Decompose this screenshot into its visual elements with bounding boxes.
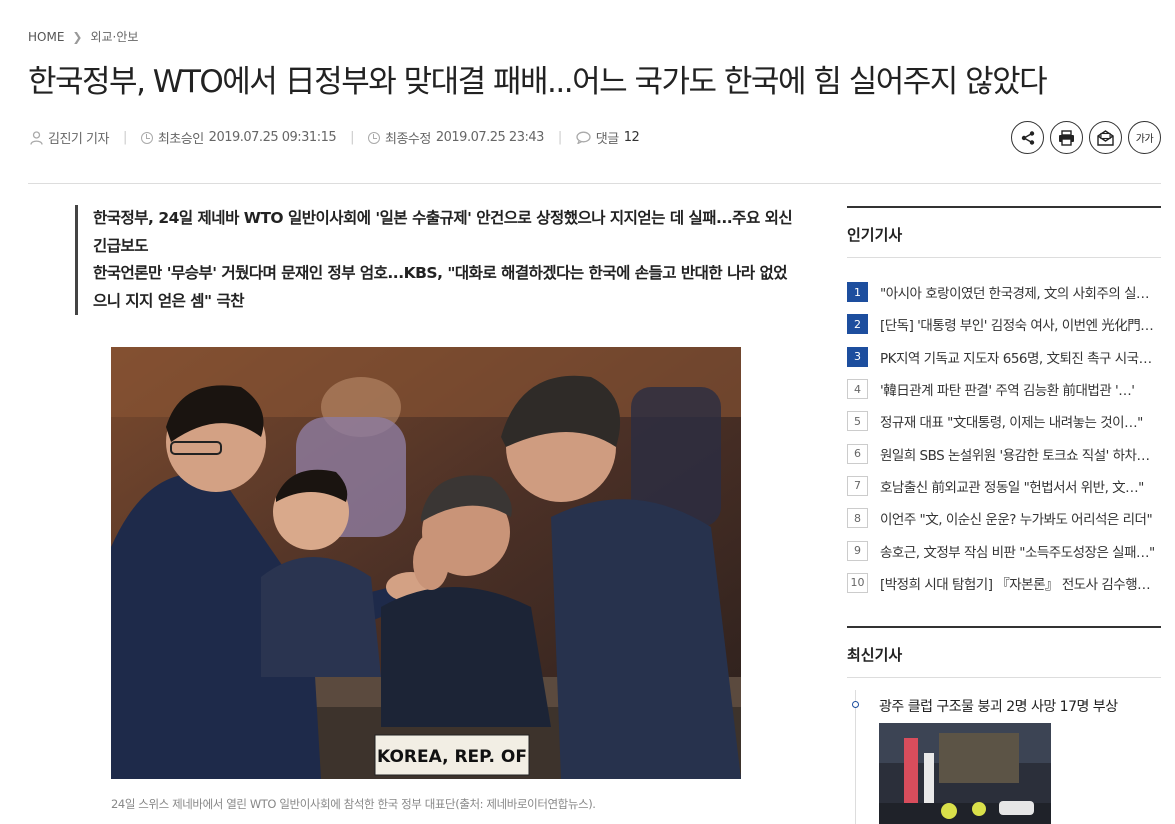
user-icon	[30, 130, 43, 145]
popular-title: 인기기사	[847, 206, 1161, 258]
modified-label: 최종수정	[385, 132, 431, 147]
author-info: 김진기 기자	[30, 128, 109, 147]
comments-label: 댓글	[595, 132, 619, 147]
popular-item-title[interactable]: [단독] '대통령 부인' 김정숙 여사, 이번엔 光化門…	[880, 314, 1160, 334]
email-icon	[1097, 129, 1114, 146]
popular-item-title[interactable]: 호남출신 前외교관 정동일 "헌법서서 위반, 文…"	[880, 476, 1160, 496]
popular-item-title[interactable]: '韓日관계 파탄 판결' 주역 김능환 前대법관 '…'	[880, 379, 1160, 399]
popular-item-title[interactable]: 원일희 SBS 논설위원 '용감한 토크쇼 직설' 하차…	[880, 444, 1160, 464]
rank-badge: 6	[847, 443, 868, 464]
breadcrumb-category[interactable]: 외교·안보	[90, 28, 138, 45]
rank-badge: 3	[847, 346, 868, 367]
meta-divider: |	[557, 130, 562, 145]
latest-item-thumbnail[interactable]	[879, 723, 1051, 824]
rank-badge: 1	[847, 282, 868, 303]
meta-divider: |	[350, 130, 355, 145]
rank-badge: 10	[847, 572, 868, 593]
popular-articles: 인기기사 1 "아시아 호랑이였던 한국경제, 文의 사회주의 실험 탓에…" 2 […	[847, 206, 1161, 599]
print-button[interactable]	[1050, 121, 1083, 154]
clock-icon	[368, 131, 381, 144]
popular-item-title[interactable]: PK지역 기독교 지도자 656명, 文퇴진 촉구 시국선언	[880, 347, 1160, 367]
author-name: 김진기 기자	[48, 132, 109, 147]
modified-time-value: 2019.07.25 23:43	[435, 130, 545, 145]
comment-icon	[576, 131, 591, 144]
popular-item[interactable]: 6 원일희 SBS 논설위원 '용감한 토크쇼 직설' 하차…	[847, 437, 1161, 469]
country-sign: KOREA, REP. OF	[377, 747, 527, 767]
article-title: 한국정부, WTO에서 日정부와 맞대결 패배...어느 국가도 한국에 힘 실…	[28, 64, 1048, 100]
comments-count: 12	[623, 130, 640, 145]
print-icon	[1059, 129, 1074, 146]
popular-item[interactable]: 9 송호근, 文정부 작심 비판 "소득주도성장은 실패…"	[847, 534, 1161, 566]
article-photo: KOREA, REP. OF	[111, 347, 741, 779]
popular-item[interactable]: 8 이언주 "文, 이순신 운운? 누가봐도 어리석은 리더"	[847, 502, 1161, 534]
email-button[interactable]	[1089, 121, 1122, 154]
comments-link[interactable]: 댓글 12	[576, 128, 640, 147]
header-divider	[28, 183, 1161, 184]
popular-item[interactable]: 7 호남출신 前외교관 정동일 "헌법서서 위반, 文…"	[847, 470, 1161, 502]
rank-badge: 7	[847, 475, 868, 496]
breadcrumb: HOME ❯ 외교·안보	[28, 28, 138, 45]
chevron-right-icon: ❯	[72, 29, 83, 44]
modified-time: 최종수정 2019.07.25 23:43	[368, 128, 544, 147]
article-summary: 한국정부, 24일 제네바 WTO 일반이사회에 '일본 수출규제' 안건으로 …	[75, 205, 795, 315]
latest-title: 최신기사	[847, 626, 1161, 678]
rank-badge: 9	[847, 540, 868, 561]
rank-badge: 5	[847, 411, 868, 432]
summary-line: 한국정부, 24일 제네바 WTO 일반이사회에 '일본 수출규제' 안건으로 …	[93, 209, 793, 255]
latest-item-title[interactable]: 광주 클럽 구조물 붕괴 2명 사망 17명 부상	[879, 696, 1118, 716]
rank-badge: 4	[847, 379, 868, 400]
popular-item-title[interactable]: 정규재 대표 "文대통령, 이제는 내려놓는 것이…"	[880, 411, 1160, 431]
share-button[interactable]	[1011, 121, 1044, 154]
popular-item-title[interactable]: 이언주 "文, 이순신 운운? 누가봐도 어리석은 리더"	[880, 508, 1160, 528]
timeline-dot-icon	[847, 690, 869, 824]
clock-icon	[140, 131, 153, 144]
popular-item[interactable]: 4 '韓日관계 파탄 판결' 주역 김능환 前대법관 '…'	[847, 373, 1161, 405]
article-photo-illustration: KOREA, REP. OF	[111, 347, 741, 779]
popular-item[interactable]: 5 정규재 대표 "文대통령, 이제는 내려놓는 것이…"	[847, 405, 1161, 437]
meta-divider: |	[122, 130, 127, 145]
approved-time-value: 2019.07.25 09:31:15	[208, 130, 337, 145]
summary-line: 한국언론만 '무승부' 거뒀다며 문재인 정부 엄호...KBS, "대화로 해…	[93, 264, 788, 310]
font-size-label: 가가	[1135, 134, 1154, 145]
popular-list: 1 "아시아 호랑이였던 한국경제, 文의 사회주의 실험 탓에…" 2 [단독] '…	[847, 276, 1161, 599]
popular-item-title[interactable]: [박정희 시대 탐험기] 『자본론』 전도사 김수행…	[880, 573, 1160, 593]
popular-item[interactable]: 1 "아시아 호랑이였던 한국경제, 文의 사회주의 실험 탓에…"	[847, 276, 1161, 308]
thumbnail-illustration	[879, 723, 1051, 824]
rank-badge: 2	[847, 314, 868, 335]
popular-item[interactable]: 3 PK지역 기독교 지도자 656명, 文퇴진 촉구 시국선언	[847, 341, 1161, 373]
photo-caption: 24일 스위스 제네바에서 열린 WTO 일반이사회에 참석한 한국 정부 대표…	[111, 797, 596, 811]
latest-item[interactable]: 광주 클럽 구조물 붕괴 2명 사망 17명 부상	[847, 690, 1161, 824]
article-tools: 가가	[1011, 121, 1161, 154]
font-size-button[interactable]: 가가	[1128, 121, 1161, 154]
popular-item-title[interactable]: 송호근, 文정부 작심 비판 "소득주도성장은 실패…"	[880, 541, 1160, 561]
breadcrumb-home[interactable]: HOME	[28, 30, 64, 44]
share-icon	[1021, 130, 1034, 145]
article-meta: 김진기 기자 | 최초승인 2019.07.25 09:31:15 | 최종수정…	[30, 128, 640, 147]
popular-item-title[interactable]: "아시아 호랑이였던 한국경제, 文의 사회주의 실험 탓에…"	[880, 282, 1160, 302]
approved-label: 최초승인	[157, 132, 204, 147]
approved-time: 최초승인 2019.07.25 09:31:15	[140, 128, 337, 147]
rank-badge: 8	[847, 508, 868, 529]
popular-item[interactable]: 2 [단독] '대통령 부인' 김정숙 여사, 이번엔 光化門…	[847, 308, 1161, 340]
latest-articles: 최신기사 광주 클럽 구조물 붕괴 2명 사망 17명 부상	[847, 626, 1161, 824]
popular-item[interactable]: 10 [박정희 시대 탐험기] 『자본론』 전도사 김수행…	[847, 567, 1161, 599]
